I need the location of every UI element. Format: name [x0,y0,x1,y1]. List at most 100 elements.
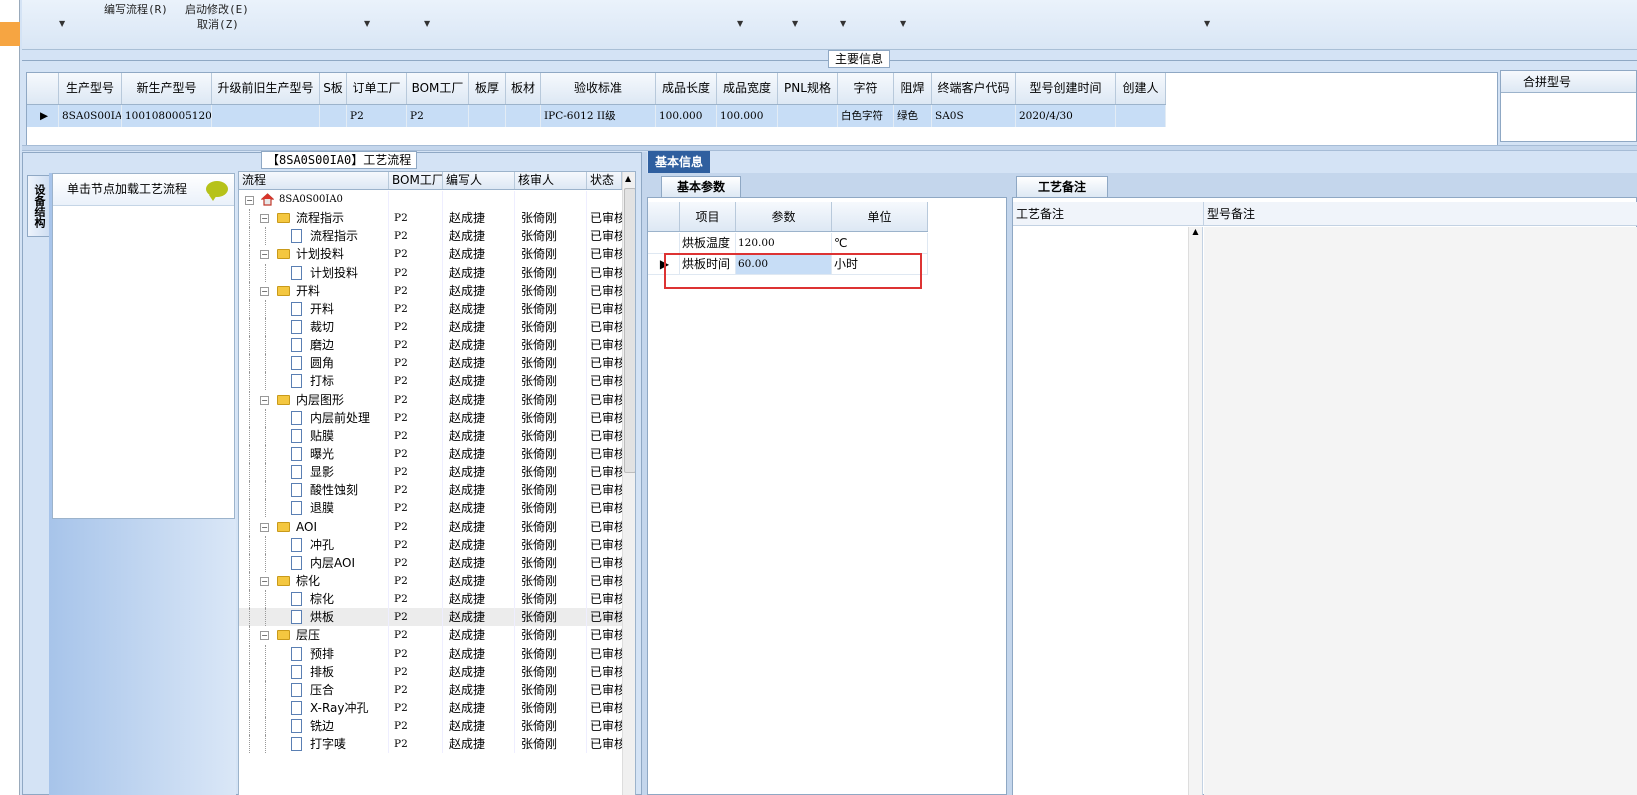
column-header[interactable]: 生产型号 [59,73,122,104]
tree-node[interactable]: 裁切 [239,317,389,337]
dropdown-arrow-icon[interactable]: ▼ [792,19,798,28]
tree-node[interactable]: − 棕化 [239,571,389,591]
start-modify-button[interactable]: 启动修改(E) [185,1,249,17]
column-header[interactable]: S板 [320,73,347,104]
tree-node[interactable]: − 开料 [239,281,389,300]
tree-node[interactable]: − 内层图形 [239,390,389,409]
tree-row[interactable]: 计划投料 P2赵成捷张倚刚已审核 [239,263,622,282]
tab-process-remarks[interactable]: 工艺备注 [1016,176,1108,197]
column-header[interactable]: 订单工厂 [347,73,407,104]
collapse-icon[interactable]: − [245,196,254,205]
tree-node[interactable]: − AOI [239,517,389,536]
tree-node[interactable]: 打标 [239,372,389,391]
process-remark-textarea[interactable]: ▲ [1013,227,1203,795]
column-header[interactable]: 终端客户代码 [932,73,1016,104]
param-value[interactable]: 120.00 [736,233,832,253]
collapse-icon[interactable]: − [260,286,269,296]
tree-node[interactable]: 棕化 [239,590,389,609]
tree-column-header[interactable]: BOM工厂 [389,172,443,189]
tree-node[interactable]: 计划投料 [239,263,389,282]
column-header[interactable]: 成品长度 [656,73,717,104]
tree-row[interactable]: − 开料 P2赵成捷张倚刚已审核 [239,281,622,300]
collapse-icon[interactable]: − [260,576,269,586]
table-row[interactable]: 烘板温度 120.00 ℃ [648,233,928,254]
tree-row[interactable]: 圆角 P2赵成捷张倚刚已审核 [239,354,622,373]
dropdown-arrow-icon[interactable]: ▼ [59,19,65,28]
tree-node[interactable]: X-Ray冲孔 [239,698,389,718]
tree-node[interactable]: 酸性蚀刻 [239,481,389,500]
tree-row[interactable]: − 流程指示 P2赵成捷张倚刚已审核 [239,209,622,228]
column-header[interactable]: BOM工厂 [407,73,469,104]
tree-row[interactable]: 开料 P2赵成捷张倚刚已审核 [239,299,622,318]
tree-row[interactable]: − 内层图形 P2赵成捷张倚刚已审核 [239,390,622,409]
tree-row[interactable]: 预排 P2赵成捷张倚刚已审核 [239,644,622,663]
tree-row[interactable]: 烘板 P2赵成捷张倚刚已审核 [239,608,622,627]
tree-node[interactable]: − 计划投料 [239,245,389,264]
tree-row[interactable]: 排板 P2赵成捷张倚刚已审核 [239,662,622,681]
tree-column-header[interactable]: 流程 [239,172,389,189]
tree-scrollbar[interactable]: ▲ [622,172,635,795]
tree-node[interactable]: − 8SA0S00IA0 [239,191,389,210]
tree-row[interactable]: 磨边 P2赵成捷张倚刚已审核 [239,336,622,355]
collapse-icon[interactable]: − [260,395,269,405]
column-header[interactable]: 升级前旧生产型号 [212,73,320,104]
tree-node[interactable]: 内层前处理 [239,408,389,427]
tree-node[interactable]: 铣边 [239,717,389,736]
tree-row[interactable]: 内层前处理 P2赵成捷张倚刚已审核 [239,408,622,427]
tab-equipment-structure[interactable]: 设备结构 [27,175,49,237]
tree-node[interactable]: − 层压 [239,626,389,645]
dropdown-arrow-icon[interactable]: ▼ [1204,19,1210,28]
tree-column-header[interactable]: 状态 [587,172,622,189]
tree-row[interactable]: 打标 P2赵成捷张倚刚已审核 [239,372,622,391]
tree-row[interactable]: 内层AOI P2赵成捷张倚刚已审核 [239,553,622,572]
cancel-button[interactable]: 取消(Z) [197,16,239,32]
tree-node[interactable]: 排板 [239,662,389,681]
tree-row[interactable]: − AOI P2赵成捷张倚刚已审核 [239,517,622,536]
column-header[interactable]: 验收标准 [541,73,656,104]
tree-node[interactable]: 内层AOI [239,553,389,572]
tree-node[interactable]: 显影 [239,463,389,482]
tree-row[interactable]: − 计划投料 P2赵成捷张倚刚已审核 [239,245,622,264]
tree-node[interactable]: − 流程指示 [239,209,389,228]
tree-row[interactable]: − 棕化 P2赵成捷张倚刚已审核 [239,571,622,591]
dropdown-arrow-icon[interactable]: ▼ [900,19,906,28]
active-nav-marker[interactable] [0,22,20,46]
col-item[interactable]: 项目 [680,202,736,231]
tree-node[interactable]: 圆角 [239,354,389,373]
tree-node[interactable]: 贴膜 [239,426,389,445]
tree-column-header[interactable]: 核审人 [515,172,587,189]
tree-row[interactable]: − 层压 P2赵成捷张倚刚已审核 [239,626,622,645]
tree-node[interactable]: 磨边 [239,336,389,355]
tab-basic-info[interactable]: 基本信息 [648,151,710,173]
tree-node[interactable]: 退膜 [239,499,389,518]
tree-row[interactable]: 打字唛 P2赵成捷张倚刚已审核 [239,735,622,754]
tree-row[interactable]: 显影 P2赵成捷张倚刚已审核 [239,463,622,482]
scroll-up-icon[interactable]: ▲ [625,174,631,183]
tree-row[interactable]: 流程指示 P2赵成捷张倚刚已审核 [239,227,622,246]
column-header[interactable]: 成品宽度 [717,73,778,104]
table-row[interactable]: ▶8SA0S00IA010010800051208 P2P2 IPC-6012 II… [27,105,1166,127]
column-header[interactable]: 阻焊 [894,73,932,104]
collapse-icon[interactable]: − [260,214,269,224]
combined-model-header[interactable]: 合拼型号 [1501,71,1636,93]
tree-node[interactable]: 曝光 [239,444,389,464]
column-header[interactable]: 创建人 [1116,73,1166,104]
remark-scrollbar[interactable]: ▲ [1188,227,1202,795]
tree-row[interactable]: 铣边 P2赵成捷张倚刚已审核 [239,717,622,736]
collapse-icon[interactable]: − [260,250,269,260]
dropdown-arrow-icon[interactable]: ▼ [737,19,743,28]
column-header[interactable]: 字符 [838,73,894,104]
tree-row[interactable]: 裁切 P2赵成捷张倚刚已审核 [239,317,622,337]
col-unit[interactable]: 单位 [832,202,928,231]
tree-node[interactable]: 冲孔 [239,535,389,554]
tree-row[interactable]: 冲孔 P2赵成捷张倚刚已审核 [239,535,622,554]
tree-row[interactable]: 棕化 P2赵成捷张倚刚已审核 [239,590,622,609]
model-remark-textarea[interactable] [1204,227,1637,795]
tree-node[interactable]: 打字唛 [239,735,389,754]
tree-row[interactable]: X-Ray冲孔 P2赵成捷张倚刚已审核 [239,698,622,718]
tree-node[interactable]: 开料 [239,299,389,318]
tree-row[interactable]: 酸性蚀刻 P2赵成捷张倚刚已审核 [239,481,622,500]
column-header[interactable]: PNL规格 [778,73,838,104]
tree-node[interactable]: 预排 [239,644,389,663]
tree-column-header[interactable]: 编写人 [443,172,515,189]
